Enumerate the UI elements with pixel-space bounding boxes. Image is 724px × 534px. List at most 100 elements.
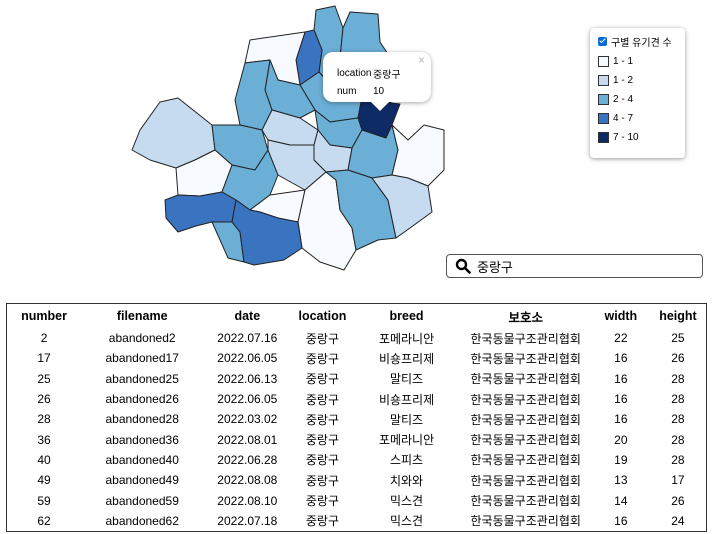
district-jung[interactable] — [261, 109, 319, 146]
seoul-district-map[interactable] — [120, 0, 460, 280]
cell-width: 16 — [614, 351, 628, 366]
legend-swatch — [598, 113, 609, 124]
cell-location: 중랑구 — [305, 331, 339, 346]
cell-shelter: 한국동물구조관리협회 — [470, 494, 581, 509]
table-body: 2 abandoned2 2022.07.16 중랑구 포메라니안 한국동물구조관리협회 2… — [7, 328, 706, 531]
district-seodaemun[interactable] — [234, 59, 273, 131]
tooltip-num-key: num — [337, 85, 357, 97]
cell-shelter: 한국동물구조관리협회 — [470, 514, 581, 529]
cell-location: 중랑구 — [305, 433, 339, 448]
legend-label: 1 - 2 — [613, 75, 634, 86]
cell-shelter: 한국동물구조관리협회 — [470, 372, 581, 387]
legend-swatch — [598, 75, 609, 86]
cell-shelter: 한국동물구조관리협회 — [470, 351, 581, 366]
table-row: 28 abandoned28 2022.03.02 중랑구 말티즈 한국동물구조관리협회 1… — [7, 409, 706, 429]
tooltip-num-value: 10 — [373, 85, 385, 97]
cell-width: 16 — [614, 392, 628, 407]
tooltip-location-value: 중랑구 — [373, 69, 401, 81]
legend-swatch — [598, 94, 609, 105]
close-icon[interactable]: × — [418, 53, 425, 67]
legend-title: 구별 유기견 수 — [611, 37, 672, 49]
cell-filename: abandoned25 — [105, 371, 179, 386]
cell-height: 26 — [671, 351, 685, 366]
cell-number: 40 — [37, 452, 51, 467]
cell-width: 13 — [614, 473, 628, 488]
cell-width: 16 — [614, 371, 628, 386]
table-row: 49 abandoned49 2022.08.08 중랑구 치와와 한국동물구조관리협회 1… — [7, 470, 706, 490]
column-header-shelter: 보호소 — [508, 310, 543, 325]
tooltip-location-key: location — [337, 67, 372, 79]
tooltip-location-row: location 중랑구 — [337, 64, 431, 82]
cell-number: 2 — [40, 331, 48, 346]
cell-breed: 포메라니안 — [378, 433, 435, 448]
cell-width: 14 — [614, 493, 628, 508]
cell-date: 2022.07.18 — [217, 513, 278, 528]
cell-shelter: 한국동물구조관리협회 — [470, 331, 581, 346]
search-icon — [455, 258, 471, 274]
cell-filename: abandoned59 — [105, 493, 179, 508]
map-legend: 구별 유기견 수 1 - 1 1 - 2 2 - 4 4 - 7 7 - 10 — [590, 28, 685, 158]
cell-number: 26 — [37, 392, 51, 407]
table-row: 25 abandoned25 2022.06.13 중랑구 말티즈 한국동물구조관리협회 1… — [7, 369, 706, 389]
column-header-height: height — [659, 309, 697, 323]
cell-number: 28 — [37, 412, 51, 427]
cell-location: 중랑구 — [305, 412, 339, 427]
legend-label: 1 - 1 — [613, 56, 634, 67]
cell-filename: abandoned36 — [105, 432, 179, 447]
cell-number: 49 — [37, 473, 51, 488]
legend-header[interactable]: 구별 유기견 수 — [598, 34, 685, 49]
cell-number: 17 — [37, 351, 51, 366]
legend-swatch — [598, 56, 609, 67]
choropleth-svg[interactable] — [120, 0, 460, 280]
legend-item: 1 - 2 — [598, 71, 685, 90]
table-row: 62 abandoned62 2022.07.18 중랑구 믹스견 한국동물구조관리협회 1… — [7, 511, 706, 531]
tooltip-num-row: num 10 — [337, 82, 431, 100]
legend-item: 2 - 4 — [598, 90, 685, 109]
cell-date: 2022.08.10 — [217, 493, 278, 508]
cell-location: 중랑구 — [305, 453, 339, 468]
cell-date: 2022.06.28 — [217, 452, 278, 467]
legend-item: 4 - 7 — [598, 109, 685, 128]
legend-item: 1 - 1 — [598, 52, 685, 71]
table-header-row: number filename date location breed 보호소 … — [7, 304, 706, 328]
legend-item: 7 - 10 — [598, 128, 685, 147]
cell-height: 28 — [671, 452, 685, 467]
cell-date: 2022.08.08 — [217, 473, 278, 488]
cell-date: 2022.06.05 — [217, 392, 278, 407]
cell-breed: 믹스견 — [389, 494, 424, 509]
map-tooltip: × location 중랑구 num 10 — [323, 52, 431, 111]
legend-layer-checkbox[interactable] — [598, 36, 607, 46]
search-box[interactable]: 중랑구 — [446, 254, 703, 278]
cell-date: 2022.07.16 — [217, 331, 278, 346]
cell-filename: abandoned40 — [105, 452, 179, 467]
cell-width: 22 — [614, 331, 628, 346]
cell-height: 28 — [671, 432, 685, 447]
cell-location: 중랑구 — [305, 473, 339, 488]
cell-location: 중랑구 — [305, 392, 339, 407]
cell-date: 2022.06.13 — [217, 371, 278, 386]
cell-height: 25 — [671, 331, 685, 346]
cell-number: 59 — [37, 493, 51, 508]
cell-filename: abandoned49 — [105, 473, 179, 488]
legend-swatch — [598, 132, 609, 143]
column-header-filename: filename — [116, 309, 168, 323]
cell-breed: 말티즈 — [389, 412, 424, 427]
cell-date: 2022.03.02 — [217, 412, 278, 427]
cell-width: 16 — [614, 513, 628, 528]
column-header-width: width — [604, 309, 638, 323]
cell-filename: abandoned26 — [105, 392, 179, 407]
table-row: 40 abandoned40 2022.06.28 중랑구 스피츠 한국동물구조관리협회 1… — [7, 450, 706, 470]
search-input-value[interactable]: 중랑구 — [477, 257, 513, 276]
cell-breed: 치와와 — [389, 473, 424, 488]
table-row: 26 abandoned26 2022.06.05 중랑구 비숑프리제 한국동물구조관리협… — [7, 389, 706, 409]
cell-number: 36 — [37, 432, 51, 447]
cell-shelter: 한국동물구조관리협회 — [470, 453, 581, 468]
cell-number: 25 — [37, 371, 51, 386]
cell-location: 중랑구 — [305, 494, 339, 509]
cell-width: 20 — [614, 432, 628, 447]
column-header-breed: breed — [389, 309, 424, 323]
cell-filename: abandoned28 — [105, 412, 179, 427]
cell-breed: 믹스견 — [389, 514, 424, 529]
cell-shelter: 한국동물구조관리협회 — [470, 433, 581, 448]
cell-breed: 비숑프리제 — [378, 351, 435, 366]
